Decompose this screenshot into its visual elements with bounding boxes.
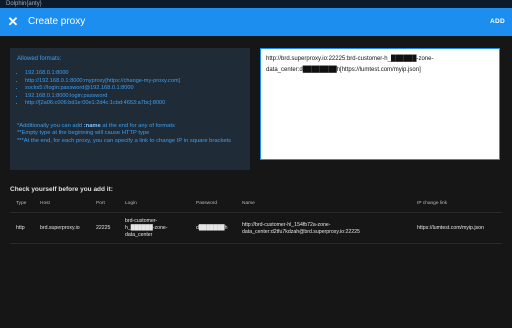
add-button[interactable]: ADD <box>490 17 505 27</box>
window-titlebar: Dolphin{anty} <box>0 0 512 8</box>
allowed-formats-label: Allowed formats: <box>17 56 62 62</box>
format-item: http://[2a06:c006:bd1e:00e1:2d4c:1cbd:46… <box>25 100 253 108</box>
format-item: socks5://login:password@192.168.0.1:8000 <box>25 85 253 93</box>
header-port: Port <box>96 201 105 206</box>
preview-table: Type Host Port Login Password Name IP ch… <box>10 198 502 244</box>
name-token: :name <box>83 123 101 129</box>
cell-type: http <box>16 225 25 231</box>
proxy-input[interactable]: http://brd.superproxy.io:22225:brd-custo… <box>260 48 500 160</box>
cell-ip-change-link: https://lumtest.com/myip.json <box>417 225 484 231</box>
format-item: 192.168.0.1:8000 <box>25 70 253 78</box>
header-host: Host <box>40 201 50 206</box>
note-change-ip-link: ***At the end, for each proxy, you can s… <box>17 137 232 144</box>
formats-list: 192.168.0.1:8000 http://192.168.0.1:8000… <box>17 70 253 108</box>
check-title: Check yourself before you add it: <box>10 186 113 193</box>
allowed-formats-panel: Allowed formats: 192.168.0.1:8000 http:/… <box>10 48 250 170</box>
header-type: Type <box>16 201 27 206</box>
dialog-title: Create proxy <box>28 16 86 27</box>
cell-name: http://brd-customer-hl_154fb72a-zone-dat… <box>242 222 360 235</box>
note-empty-type: **Empty type at the beginning will cause… <box>17 130 150 137</box>
header-ip-change-link: IP change link <box>417 201 448 206</box>
cell-password: d███████h <box>196 225 228 231</box>
cell-login: brd-customer-h_██████-zone-data_center <box>125 218 168 238</box>
format-item: 192.168.0.1:8000:login:password <box>25 93 253 101</box>
format-item: http://192.168.0.1:8000:myproxy[https://… <box>25 78 253 86</box>
cell-host: brd.superproxy.io <box>40 225 80 231</box>
table-row: http brd.superproxy.io 22225 brd-custome… <box>10 213 502 244</box>
header-password: Password <box>196 201 218 206</box>
header-name: Name <box>242 201 255 206</box>
dialog-header: ✕ Create proxy ADD <box>0 8 512 36</box>
header-login: Login <box>125 201 137 206</box>
table-header: Type Host Port Login Password Name IP ch… <box>10 198 502 213</box>
close-icon[interactable]: ✕ <box>6 15 20 29</box>
window-title: Dolphin{anty} <box>6 1 42 7</box>
cell-port: 22225 <box>96 225 111 231</box>
format-notes: *Additionally you can add :name at the e… <box>17 123 243 145</box>
note-name-suffix: *Additionally you can add :name at the e… <box>17 123 175 129</box>
